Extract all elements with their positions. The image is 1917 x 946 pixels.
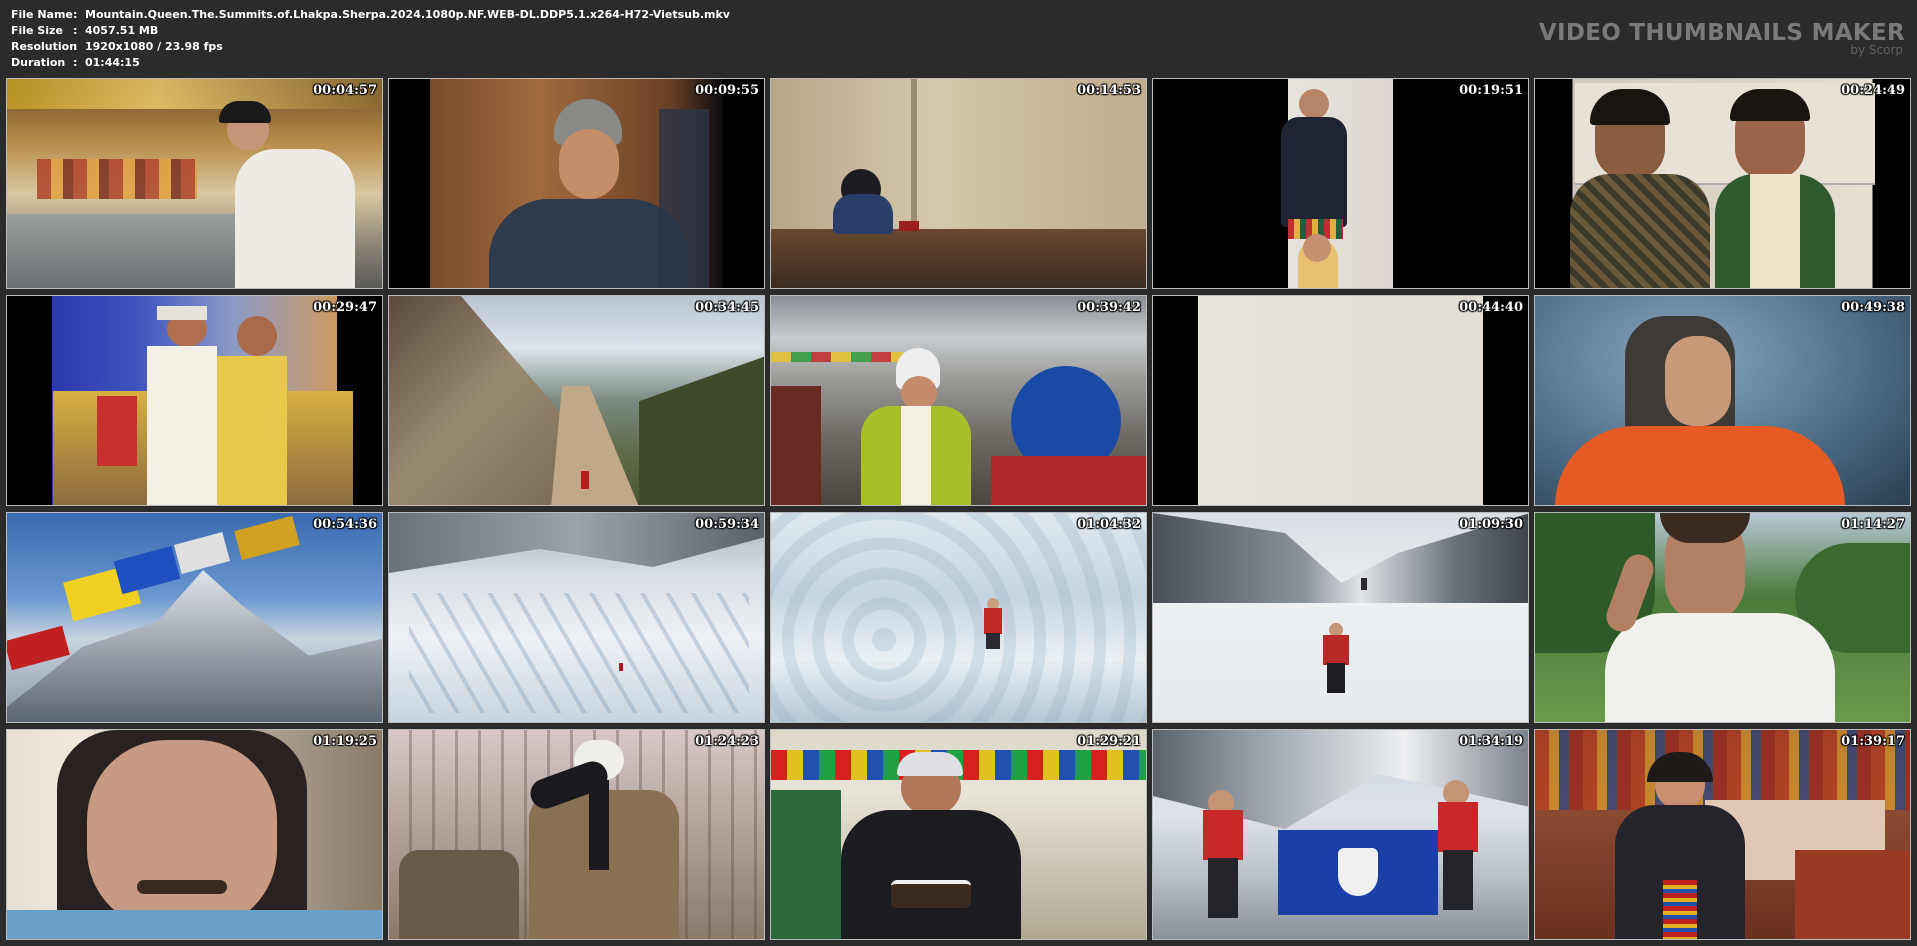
thumbnail[interactable]: 00:49:38 [1534, 295, 1911, 506]
scene-mountain-trail [389, 296, 764, 505]
timestamp: 01:14:27 [1841, 517, 1905, 532]
info-value: 1920x1080 / 23.98 fps [85, 40, 223, 53]
info-key: Duration [11, 56, 66, 69]
thumbnail[interactable]: 01:39:17 [1534, 729, 1911, 940]
scene-blank-frame [1153, 296, 1528, 505]
scene-celebration [7, 296, 382, 505]
timestamp: 00:39:42 [1077, 300, 1141, 315]
timestamp: 00:49:38 [1841, 300, 1905, 315]
scene-prayer-flags [7, 513, 382, 722]
timestamp: 01:19:25 [313, 734, 377, 749]
scene-glacier-trekkers [1153, 513, 1528, 722]
scene-base-camp [771, 296, 1146, 505]
timestamp: 00:19:51 [1459, 83, 1523, 98]
timestamp: 00:09:55 [695, 83, 759, 98]
info-key: File Name [11, 8, 73, 21]
scene-birthday [771, 730, 1146, 939]
timestamp: 01:29:21 [1077, 734, 1141, 749]
thumbnail[interactable]: 01:19:25 [6, 729, 383, 940]
thumbnail[interactable]: 00:54:36 [6, 512, 383, 723]
thumbnail-grid: 00:04:57 00:09:55 00:14:53 00:19:51 00:2… [6, 78, 1911, 940]
thumbnail[interactable]: 00:44:40 [1152, 295, 1529, 506]
thumbnail[interactable]: 01:34:19 [1152, 729, 1529, 940]
timestamp: 00:14:53 [1077, 83, 1141, 98]
info-separator: : [73, 40, 78, 53]
info-row-filesize: File Size : 4057.51 MB [11, 23, 730, 39]
scene-flag-snow [1153, 730, 1528, 939]
thumbnail[interactable]: 01:14:27 [1534, 512, 1911, 723]
info-key: Resolution [11, 40, 78, 53]
scene-woman-beanie [389, 79, 764, 288]
thumbnail[interactable]: 00:04:57 [6, 78, 383, 289]
scene-press-conference [1535, 79, 1910, 288]
scene-man-closeup [7, 730, 382, 939]
timestamp: 00:34:45 [695, 300, 759, 315]
scene-old-photo [1153, 79, 1528, 288]
timestamp: 01:09:30 [1459, 517, 1523, 532]
scene-man-park [1535, 513, 1910, 722]
thumbnail-sheet: File Name : Mountain.Queen.The.Summits.o… [0, 0, 1917, 946]
brand-watermark: VIDEO THUMBNAILS MAKER by Scorp [1539, 20, 1905, 56]
info-value: 01:44:15 [85, 56, 140, 69]
info-separator: : [73, 56, 78, 69]
thumbnail[interactable]: 01:09:30 [1152, 512, 1529, 723]
thumbnail[interactable]: 00:09:55 [388, 78, 765, 289]
timestamp: 01:04:32 [1077, 517, 1141, 532]
timestamp: 00:04:57 [313, 83, 377, 98]
scene-traditional-room [1535, 730, 1910, 939]
thumbnail[interactable]: 01:24:23 [388, 729, 765, 940]
thumbnail[interactable]: 00:14:53 [770, 78, 1147, 289]
thumbnail[interactable]: 01:29:21 [770, 729, 1147, 940]
timestamp: 00:44:40 [1459, 300, 1523, 315]
thumbnail[interactable]: 00:19:51 [1152, 78, 1529, 289]
info-value: 4057.51 MB [85, 24, 159, 37]
info-row-duration: Duration : 01:44:15 [11, 55, 730, 71]
info-row-filename: File Name : Mountain.Queen.The.Summits.o… [11, 7, 730, 23]
scene-supermarket [7, 79, 382, 288]
timestamp: 00:29:47 [313, 300, 377, 315]
info-value: Mountain.Queen.The.Summits.of.Lhakpa.She… [85, 8, 730, 21]
timestamp: 00:24:49 [1841, 83, 1905, 98]
timestamp: 00:54:36 [313, 517, 377, 532]
thumbnail[interactable]: 00:39:42 [770, 295, 1147, 506]
file-info: File Name : Mountain.Queen.The.Summits.o… [11, 7, 730, 71]
timestamp: 01:34:19 [1459, 734, 1523, 749]
thumbnail[interactable]: 00:29:47 [6, 295, 383, 506]
thumbnail[interactable]: 01:04:32 [770, 512, 1147, 723]
scene-man-orange-jacket [1535, 296, 1910, 505]
info-separator: : [73, 8, 78, 21]
scene-woman-corner [771, 79, 1146, 288]
timestamp: 00:59:34 [695, 517, 759, 532]
info-separator: : [73, 24, 78, 37]
thumbnail[interactable]: 00:34:45 [388, 295, 765, 506]
scene-icefall-wide [389, 513, 764, 722]
thumbnail[interactable]: 00:59:34 [388, 512, 765, 723]
scene-icefall-climber [771, 513, 1146, 722]
timestamp: 01:39:17 [1841, 734, 1905, 749]
info-key: File Size [11, 24, 63, 37]
timestamp: 01:24:23 [695, 734, 759, 749]
thumbnail[interactable]: 00:24:49 [1534, 78, 1911, 289]
info-row-resolution: Resolution : 1920x1080 / 23.98 fps [11, 39, 730, 55]
scene-rock-climb [389, 730, 764, 939]
